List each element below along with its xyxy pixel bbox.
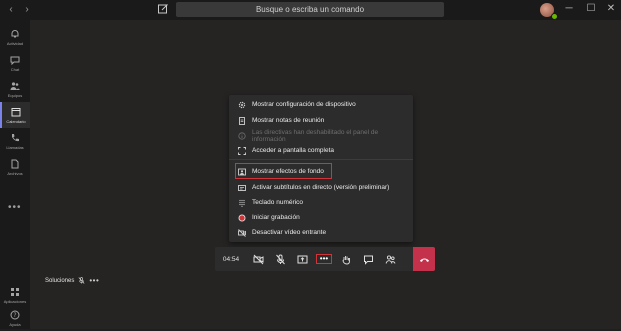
participant-name: Soluciones — [45, 277, 75, 284]
rail-label: Aplicaciones — [3, 298, 27, 304]
rail-label: Actividad — [6, 40, 24, 46]
record-icon — [238, 214, 246, 221]
rail-item-archivos[interactable]: Archivos — [0, 154, 30, 180]
rail-label: Equipos — [7, 92, 23, 98]
camera-off-icon — [253, 254, 263, 264]
search-input[interactable]: Busque o escriba un comando — [176, 2, 444, 17]
rail-item-calendario[interactable]: Calendario — [0, 102, 30, 128]
calendar-icon — [11, 107, 21, 116]
chat-icon — [10, 56, 20, 65]
fullscreen-icon — [238, 146, 246, 155]
more-options-icon: ••• — [316, 254, 332, 264]
menu-item-start-recording[interactable]: Iniciar grabación — [229, 210, 413, 225]
nav-arrows: ‹ › — [4, 4, 34, 15]
call-control-bar: 04:54 ••• — [215, 247, 435, 271]
rail-item-chat[interactable]: Chat — [0, 50, 30, 76]
call-timer: 04:54 — [222, 255, 240, 263]
rail-label: Llamadas — [6, 144, 24, 150]
keypad-icon — [239, 199, 245, 207]
raise-hand-button[interactable] — [335, 247, 357, 271]
mic-toggle-button[interactable] — [269, 247, 291, 271]
menu-item-info-panel-disabled: Las directivas han deshabilitado el pane… — [229, 128, 413, 143]
chat-icon — [363, 255, 373, 265]
menu-item-label: Activar subtítulos en directo (versión p… — [252, 184, 390, 191]
menu-item-label: Desactivar vídeo entrante — [252, 229, 327, 236]
hang-up-button[interactable] — [413, 247, 435, 271]
share-screen-button[interactable] — [291, 247, 313, 271]
menu-item-label: Mostrar notas de reunión — [252, 117, 325, 124]
apps-icon — [11, 287, 19, 296]
participant-tag: Soluciones ••• — [45, 276, 99, 285]
close-button[interactable]: ✕ — [604, 3, 618, 14]
bell-icon — [11, 29, 19, 37]
maximize-button[interactable]: ☐ — [584, 3, 598, 14]
camera-toggle-button[interactable] — [247, 247, 269, 271]
more-apps-icon[interactable]: ••• — [8, 202, 22, 213]
phone-icon — [12, 133, 19, 141]
menu-divider — [229, 159, 413, 160]
svg-text:?: ? — [13, 312, 16, 319]
presence-indicator — [551, 13, 558, 20]
menu-item-disable-incoming-video[interactable]: Desactivar vídeo entrante — [229, 225, 413, 240]
highlight-box-background-effects — [235, 163, 332, 179]
menu-item-keypad[interactable]: Teclado numérico — [229, 195, 413, 210]
raise-hand-icon — [342, 255, 350, 264]
info-icon — [238, 131, 246, 140]
menu-item-live-captions[interactable]: Activar subtítulos en directo (versión p… — [229, 180, 413, 195]
participants-icon — [385, 254, 395, 264]
app-rail: Actividad Chat Equipos Calendario Llamad… — [0, 20, 30, 329]
help-icon: ? — [10, 310, 20, 319]
rail-item-actividad[interactable]: Actividad — [0, 24, 30, 50]
teams-icon — [10, 81, 20, 90]
menu-item-label: Acceder a pantalla completa — [252, 147, 335, 154]
menu-item-label: Teclado numérico — [252, 199, 303, 206]
rail-label: Ayuda — [9, 321, 21, 327]
captions-icon — [238, 184, 246, 191]
menu-item-meeting-notes[interactable]: Mostrar notas de reunión — [229, 113, 413, 128]
rail-label: Chat — [10, 66, 20, 72]
rail-item-equipos[interactable]: Equipos — [0, 76, 30, 102]
rail-item-ayuda[interactable]: ? Ayuda — [0, 305, 30, 331]
menu-item-label: Las directivas han deshabilitado el pane… — [252, 128, 379, 143]
menu-item-device-settings[interactable]: Mostrar configuración de dispositivo — [229, 97, 413, 112]
chat-button[interactable] — [357, 247, 379, 271]
menu-item-label: Mostrar configuración de dispositivo — [252, 101, 356, 108]
title-bar: ‹ › Busque o escriba un comando ─ ☐ ✕ — [0, 0, 621, 20]
gear-icon — [238, 101, 246, 108]
files-icon — [11, 159, 19, 168]
participants-button[interactable] — [379, 247, 401, 271]
compose-icon[interactable] — [157, 3, 169, 15]
forward-arrow-icon[interactable]: › — [20, 4, 34, 15]
menu-item-label: Iniciar grabación — [252, 214, 300, 221]
share-screen-icon — [297, 255, 307, 263]
menu-item-fullscreen[interactable]: Acceder a pantalla completa — [229, 143, 413, 158]
minimize-button[interactable]: ─ — [562, 3, 576, 14]
rail-label: Archivos — [7, 170, 23, 176]
rail-item-llamadas[interactable]: Llamadas — [0, 128, 30, 154]
hang-up-icon — [419, 258, 429, 262]
participant-more-icon[interactable]: ••• — [89, 276, 99, 285]
video-off-icon — [238, 228, 246, 237]
notes-icon — [239, 116, 245, 125]
back-arrow-icon[interactable]: ‹ — [4, 4, 18, 15]
more-actions-button[interactable]: ••• — [313, 247, 335, 271]
mic-off-icon — [78, 277, 85, 284]
mic-off-icon — [275, 254, 285, 264]
rail-label: Calendario — [6, 118, 26, 124]
